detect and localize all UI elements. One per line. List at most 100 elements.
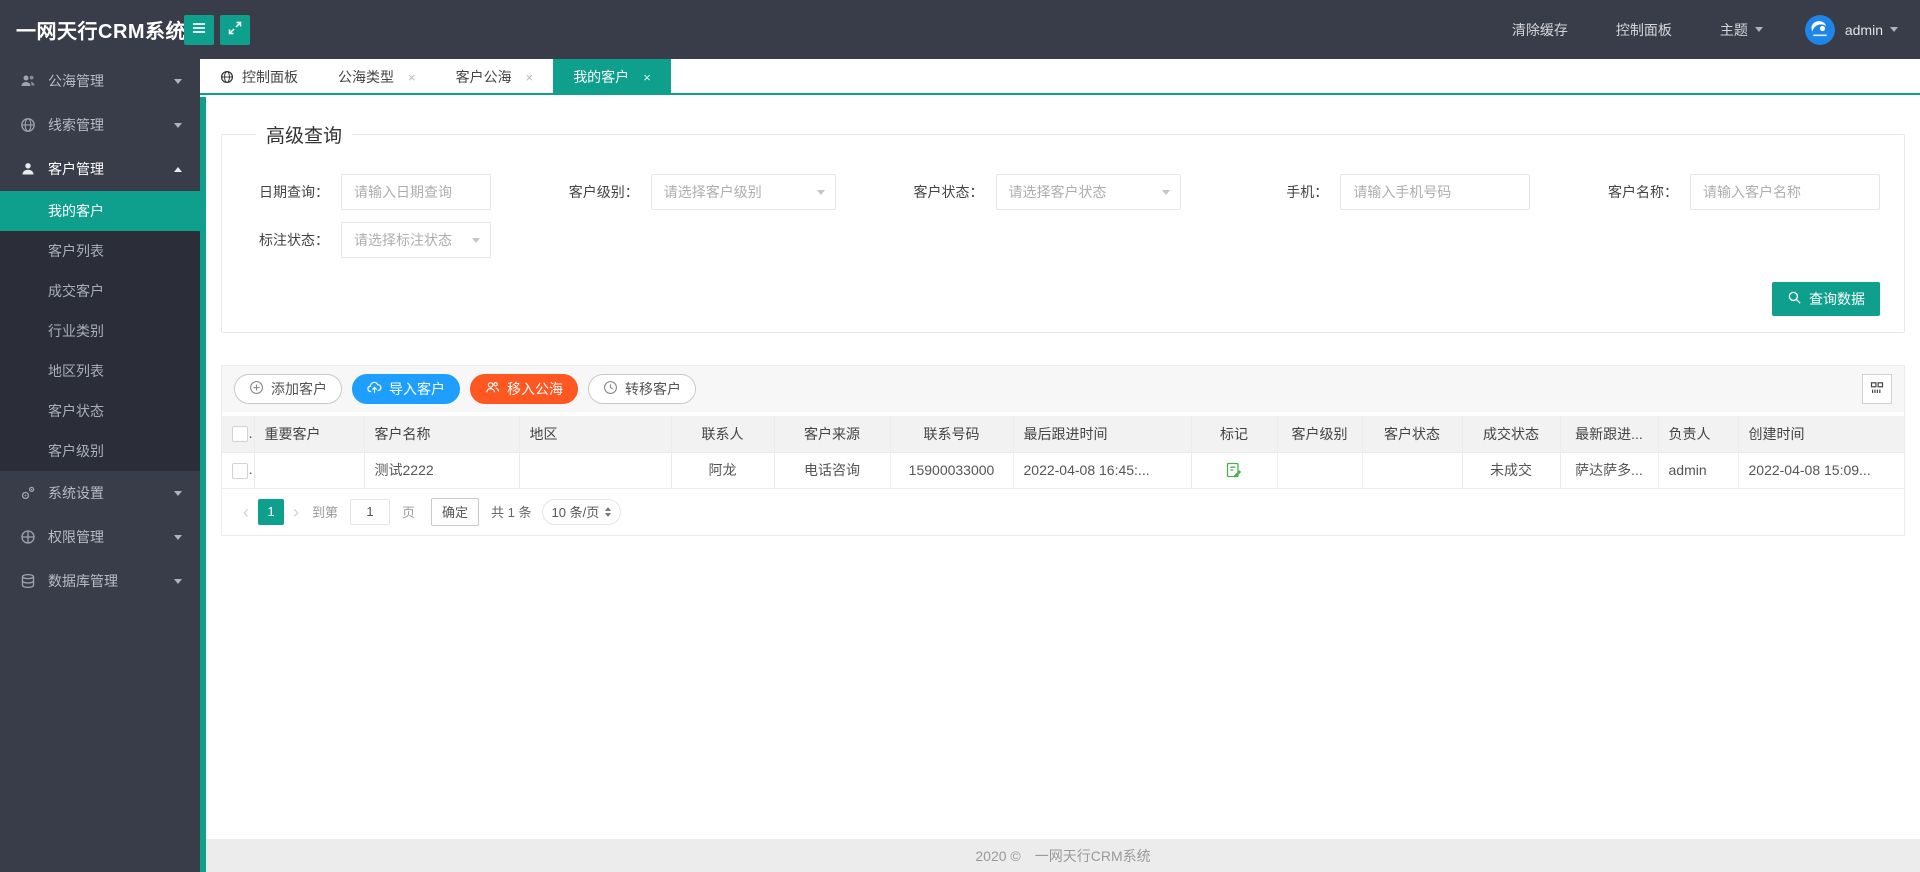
hamburger-icon xyxy=(191,20,207,39)
fullscreen-button[interactable] xyxy=(220,14,250,45)
date-query-input[interactable] xyxy=(341,174,491,210)
theme-menu[interactable]: 主题 xyxy=(1696,0,1787,59)
sidebar-item-region-list[interactable]: 地区列表 xyxy=(0,351,200,391)
query-submit-row: 查询数据 xyxy=(246,282,1880,316)
close-icon[interactable]: × xyxy=(408,71,416,84)
confirm-page-button[interactable]: 确定 xyxy=(431,497,480,526)
gear-icon xyxy=(20,485,36,501)
total-count-label: 共 1 条 xyxy=(491,505,532,520)
column-filter-button[interactable] xyxy=(1862,374,1892,404)
field-customer-level: 客户级别： 请选择客户级别 xyxy=(556,174,836,210)
chevron-down-icon xyxy=(174,534,182,540)
sidebar-item-customer-management[interactable]: 客户管理 xyxy=(0,147,200,191)
customer-name-input[interactable] xyxy=(1690,174,1880,210)
chevron-down-icon xyxy=(1754,27,1763,32)
panel-title: 高级查询 xyxy=(266,126,343,147)
tab-public-sea-type[interactable]: 公海类型 × xyxy=(318,59,436,95)
prev-page-icon[interactable]: ‹ xyxy=(234,503,258,521)
column-header: 重要客户 xyxy=(253,416,365,453)
dashboard-link[interactable]: 控制面板 xyxy=(1592,0,1696,59)
tab-dashboard[interactable]: 控制面板 xyxy=(200,59,318,95)
columns-grid-icon xyxy=(1869,380,1885,399)
sidebar-item-leads-management[interactable]: 线索管理 xyxy=(0,103,200,147)
sidebar-item-system-settings[interactable]: 系统设置 xyxy=(0,471,200,515)
customer-level-select[interactable]: 请选择客户级别 xyxy=(650,174,836,210)
add-customer-button[interactable]: 添加客户 xyxy=(234,374,342,404)
clock-icon xyxy=(603,380,618,398)
phone-input[interactable] xyxy=(1340,174,1531,210)
column-header: 联系人 xyxy=(670,416,775,453)
field-date-query: 日期查询： xyxy=(246,174,491,210)
clear-cache-link[interactable]: 清除缓存 xyxy=(1488,0,1592,59)
edit-mark-icon[interactable] xyxy=(1225,461,1243,479)
column-header: 地区 xyxy=(518,416,672,453)
field-label: 手机： xyxy=(1286,184,1329,200)
column-header: 联系号码 xyxy=(889,416,1014,453)
column-header: 最新跟进... xyxy=(1559,416,1659,453)
advanced-query-panel: 高级查询 日期查询： 客户级别： 请选择客户级别 客户状态： 请选择客户状 xyxy=(221,121,1905,333)
plus-circle-icon xyxy=(249,380,264,398)
move-to-public-sea-button[interactable]: 移入公海 xyxy=(470,374,578,404)
customer-status-select[interactable]: 请选择客户状态 xyxy=(995,174,1181,210)
sidebar-item-permissions-management[interactable]: 权限管理 xyxy=(0,515,200,559)
chevron-down-icon xyxy=(174,578,182,584)
cell-level xyxy=(1276,451,1363,489)
page-size-select[interactable]: 10 条/页 xyxy=(541,498,622,525)
next-page-icon[interactable]: › xyxy=(284,503,308,521)
tab-bar: 控制面板 公海类型 × 客户公海 × 我的客户 × xyxy=(200,59,1920,95)
header-actions: 清除缓存 控制面板 主题 admin xyxy=(1488,0,1920,59)
sidebar-item-my-customers[interactable]: 我的客户 xyxy=(0,191,200,231)
page-unit-label: 页 xyxy=(402,505,416,520)
column-header: 成交状态 xyxy=(1461,416,1561,453)
sidebar-item-customer-status[interactable]: 客户状态 xyxy=(0,391,200,431)
tab-my-customers[interactable]: 我的客户 × xyxy=(553,59,671,95)
sidebar-item-closed-customers[interactable]: 成交客户 xyxy=(0,271,200,311)
database-icon xyxy=(20,573,36,589)
cell-deal-status: 未成交 xyxy=(1461,451,1561,489)
cell-mark xyxy=(1190,451,1278,489)
chevron-down-icon xyxy=(1890,27,1898,32)
tab-customer-public-sea[interactable]: 客户公海 × xyxy=(436,59,554,95)
top-bar: 一网天行CRM系统 清除缓存 控制面板 主题 admin xyxy=(0,0,1920,59)
row-checkbox[interactable] xyxy=(232,462,248,479)
import-customer-button[interactable]: 导入客户 xyxy=(352,374,460,404)
users-icon xyxy=(20,73,36,89)
query-data-button[interactable]: 查询数据 xyxy=(1772,282,1880,316)
pagination: ‹ 1 › 到第 页 确定 共 1 条 10 条/页 xyxy=(222,489,1904,535)
transfer-customer-button[interactable]: 转移客户 xyxy=(588,374,696,404)
customer-table: 重要客户 客户名称 地区 联系人 客户来源 联系号码 最后跟进时间 标记 客户级… xyxy=(222,416,1904,489)
user-menu[interactable]: admin xyxy=(1845,22,1898,38)
cell-important xyxy=(253,451,365,489)
field-label: 客户名称： xyxy=(1608,184,1678,200)
chevron-down-icon xyxy=(174,490,182,496)
column-header: 客户来源 xyxy=(773,416,891,453)
current-page-button[interactable]: 1 xyxy=(258,498,284,525)
sidebar-item-public-sea-management[interactable]: 公海管理 xyxy=(0,59,200,103)
user-icon xyxy=(20,161,36,177)
page-footer: 2020 © 一网天行CRM系统 xyxy=(206,839,1920,872)
mark-status-select[interactable]: 请选择标注状态 xyxy=(341,222,491,258)
column-header: 创建时间 xyxy=(1737,416,1904,453)
cell-last-followup: 2022-04-08 16:45:... xyxy=(1012,451,1192,489)
chevron-down-icon xyxy=(816,189,825,195)
sidebar-item-customer-level[interactable]: 客户级别 xyxy=(0,431,200,471)
close-icon[interactable]: × xyxy=(643,71,651,84)
page-number-input[interactable] xyxy=(350,498,391,525)
collapse-sidebar-button[interactable] xyxy=(184,14,214,45)
cell-region xyxy=(518,451,672,489)
main-content: 控制面板 公海类型 × 客户公海 × 我的客户 × 高级查询 日期查询： 客户级 xyxy=(200,59,1920,872)
app-title: 一网天行CRM系统 xyxy=(16,21,187,43)
updown-icon xyxy=(605,506,612,517)
sidebar-item-database-management[interactable]: 数据库管理 xyxy=(0,559,200,603)
select-all-checkbox[interactable] xyxy=(232,426,248,443)
close-icon[interactable]: × xyxy=(526,71,534,84)
chevron-up-icon xyxy=(174,166,182,172)
sidebar-item-customer-list[interactable]: 客户列表 xyxy=(0,231,200,271)
page-body: 高级查询 日期查询： 客户级别： 请选择客户级别 客户状态： 请选择客户状 xyxy=(200,97,1920,872)
sidebar-item-industry-category[interactable]: 行业类别 xyxy=(0,311,200,351)
cell-customer-name: 测试2222 xyxy=(363,451,520,489)
column-header: 标记 xyxy=(1190,416,1278,453)
field-mark-status: 标注状态： 请选择标注状态 xyxy=(246,222,491,258)
avatar[interactable] xyxy=(1804,14,1835,45)
query-row-1: 日期查询： 客户级别： 请选择客户级别 客户状态： 请选择客户状态 xyxy=(246,174,1880,210)
